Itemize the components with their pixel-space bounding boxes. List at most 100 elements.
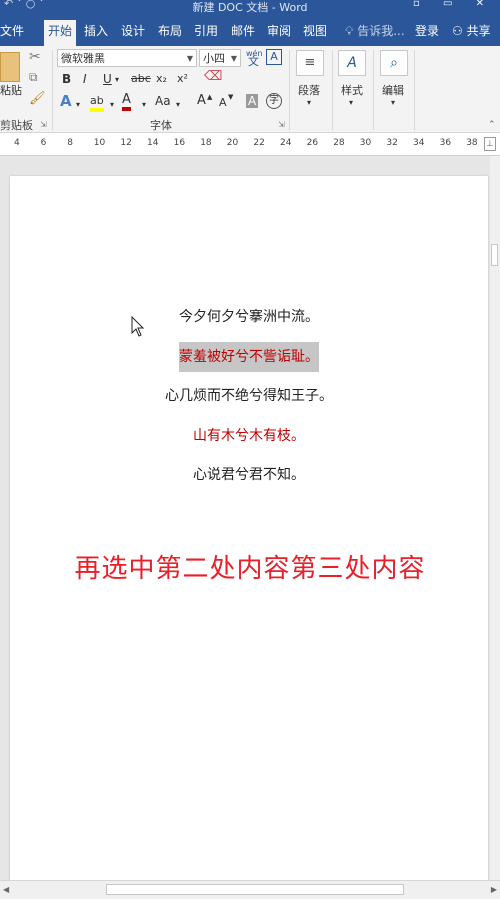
paste-button[interactable]: 粘贴 <box>0 84 22 98</box>
share-button[interactable]: ⚇ 共享 <box>452 20 491 46</box>
document-canvas[interactable]: 今夕何夕兮搴洲中流。蒙羞被好兮不訾诟耻。心几烦而不绝兮得知王子。 山有木兮木有枝。… <box>0 156 490 896</box>
horizontal-ruler[interactable]: 4 6 8 10 12 14 16 18 20 22 24 26 28 30 32 34 36 38 ⊥ <box>0 133 500 156</box>
ruler-tick-label: 6 <box>40 138 47 148</box>
share-label: 共享 <box>466 24 491 38</box>
ruler-tick-label: 20 <box>226 138 239 148</box>
ribbon: 粘贴 ✂ ⧉ 🖌︎ 剪贴板 ⇲ 微软雅黑 ▼ 小四 ▼ wén 文 A B I … <box>0 46 500 133</box>
vertical-scrollbar[interactable] <box>490 156 500 880</box>
font-launcher-icon[interactable]: ⇲ <box>278 118 285 132</box>
clipboard-launcher-icon[interactable]: ⇲ <box>40 118 47 132</box>
tell-me-label: 告诉我... <box>357 24 405 38</box>
window-controls[interactable]: ▫ ▭ ✕ <box>413 0 494 9</box>
tell-me-search[interactable]: 💡︎ 告诉我... <box>345 20 405 46</box>
font-color-button[interactable]: A <box>122 93 131 111</box>
chevron-down-icon[interactable]: ▾ <box>349 96 353 110</box>
paragraph-line[interactable]: 今夕何夕兮搴洲中流。 <box>10 306 488 326</box>
paragraph-button[interactable]: ≡ <box>296 50 324 76</box>
overlay-caption: 再选中第二处内容第三处内容 <box>74 554 426 584</box>
change-case-button[interactable]: Aa <box>155 94 171 108</box>
chevron-down-icon[interactable]: ▾ <box>76 98 80 112</box>
chevron-down-icon[interactable]: ▾ <box>391 96 395 110</box>
cut-icon[interactable]: ✂ <box>29 50 41 64</box>
tab-item[interactable]: 布局 <box>158 20 182 46</box>
paragraph-line[interactable]: 心几烦而不绝兮得知王子。 <box>10 385 488 405</box>
copy-icon[interactable]: ⧉ <box>29 70 38 84</box>
scroll-right-icon[interactable]: ▶ <box>491 885 497 894</box>
subscript-button[interactable]: x₂ <box>156 72 167 86</box>
font-name-combo[interactable]: 微软雅黑 ▼ <box>57 49 197 67</box>
format-painter-icon[interactable]: 🖌︎ <box>29 92 46 106</box>
chevron-down-icon[interactable]: ▾ <box>110 98 114 112</box>
ruler-tick-label: 18 <box>200 138 212 148</box>
vertical-scroll-thumb[interactable] <box>491 244 498 266</box>
horizontal-scrollbar[interactable]: ◀ ▶ <box>0 880 500 899</box>
ruler-tick-label: 38 <box>466 138 478 148</box>
clear-formatting-icon[interactable]: ⌫ <box>204 70 222 84</box>
tab-item[interactable]: 邮件 <box>231 20 255 46</box>
group-divider <box>52 50 53 130</box>
group-divider <box>332 50 333 130</box>
group-divider <box>373 50 374 130</box>
grow-font-button[interactable]: A <box>197 94 206 108</box>
person-icon: ⚇ <box>452 24 463 38</box>
editing-button[interactable]: ⌕ <box>380 50 408 76</box>
ruler-tick-label: 32 <box>386 138 398 148</box>
caret-up-icon: ▲ <box>207 93 213 101</box>
text-effects-button[interactable]: A <box>60 94 72 109</box>
shrink-font-button[interactable]: A <box>219 96 227 110</box>
chevron-down-icon[interactable]: ▾ <box>176 98 180 112</box>
tab-item[interactable]: 设计 <box>121 20 145 46</box>
selected-text: 蒙羞被好兮不訾诟耻。 <box>179 342 319 372</box>
paragraph-line[interactable]: 心说君兮君不知。 <box>10 464 488 484</box>
char-border-button[interactable]: A <box>266 49 282 65</box>
font-group-label: 字体 <box>150 119 172 132</box>
caret-down-icon: ▼ <box>228 93 234 101</box>
tab-item[interactable]: 视图 <box>303 20 327 46</box>
chevron-down-icon[interactable]: ▾ <box>115 73 119 87</box>
char-shading-button[interactable]: A <box>246 94 259 108</box>
highlight-button[interactable]: ab <box>90 94 104 112</box>
chevron-down-icon[interactable]: ▾ <box>307 96 311 110</box>
ruler-toggle-icon[interactable]: ⊥ <box>484 137 496 151</box>
strikethrough-button[interactable]: abc <box>131 72 151 86</box>
horizontal-scroll-thumb[interactable] <box>106 884 404 895</box>
login-button[interactable]: 登录 <box>415 20 439 46</box>
collapse-ribbon-icon[interactable]: ⌃ <box>488 118 496 132</box>
phonetic-guide-button[interactable]: 文 <box>248 55 259 69</box>
document-page[interactable]: 今夕何夕兮搴洲中流。蒙羞被好兮不訾诟耻。心几烦而不绝兮得知王子。 山有木兮木有枝。… <box>10 176 488 896</box>
ruler-tick-label: 36 <box>439 138 452 148</box>
mouse-pointer-icon <box>131 316 145 337</box>
tab-item[interactable]: 文件 <box>0 20 24 46</box>
group-divider <box>289 50 290 130</box>
ruler-tick-label: 28 <box>333 138 345 148</box>
font-name-value: 微软雅黑 <box>61 52 105 65</box>
paragraph-text: 心说君兮君不知。 <box>193 467 305 483</box>
superscript-button[interactable]: x² <box>177 72 188 86</box>
italic-button[interactable]: I <box>83 72 87 86</box>
font-size-combo[interactable]: 小四 ▼ <box>199 49 241 67</box>
paragraph-text: 今夕何夕兮搴洲中流。 <box>179 309 319 325</box>
underline-button[interactable]: U <box>103 72 112 86</box>
chevron-down-icon[interactable]: ▾ <box>142 98 146 112</box>
ruler-tick-label: 22 <box>253 138 265 148</box>
tab-item[interactable]: 开始 <box>44 20 77 46</box>
ruler-tick-label: 24 <box>280 138 292 148</box>
chevron-down-icon: ▼ <box>186 54 193 63</box>
ruler-tick-label: 12 <box>120 138 132 148</box>
group-divider <box>414 50 415 130</box>
enclose-char-button[interactable]: 字 <box>266 93 282 109</box>
clipboard-group-label: 剪贴板 <box>0 119 33 132</box>
tab-item[interactable]: 审阅 <box>267 20 291 46</box>
tab-item[interactable]: 插入 <box>84 20 108 46</box>
paste-icon[interactable] <box>0 52 20 82</box>
paragraph-line[interactable]: 山有木兮木有枝。 <box>10 425 488 445</box>
bold-button[interactable]: B <box>62 72 71 86</box>
styles-button[interactable]: A <box>338 50 366 76</box>
chevron-down-icon: ▼ <box>230 54 237 63</box>
paragraph-line[interactable]: 蒙羞被好兮不訾诟耻。 <box>10 342 488 372</box>
ruler-tick-label: 34 <box>413 138 425 148</box>
scroll-left-icon[interactable]: ◀ <box>3 885 9 894</box>
tab-item[interactable]: 引用 <box>194 20 218 46</box>
styles-icon: A <box>347 55 357 71</box>
ruler-tick-label: 4 <box>14 138 20 148</box>
